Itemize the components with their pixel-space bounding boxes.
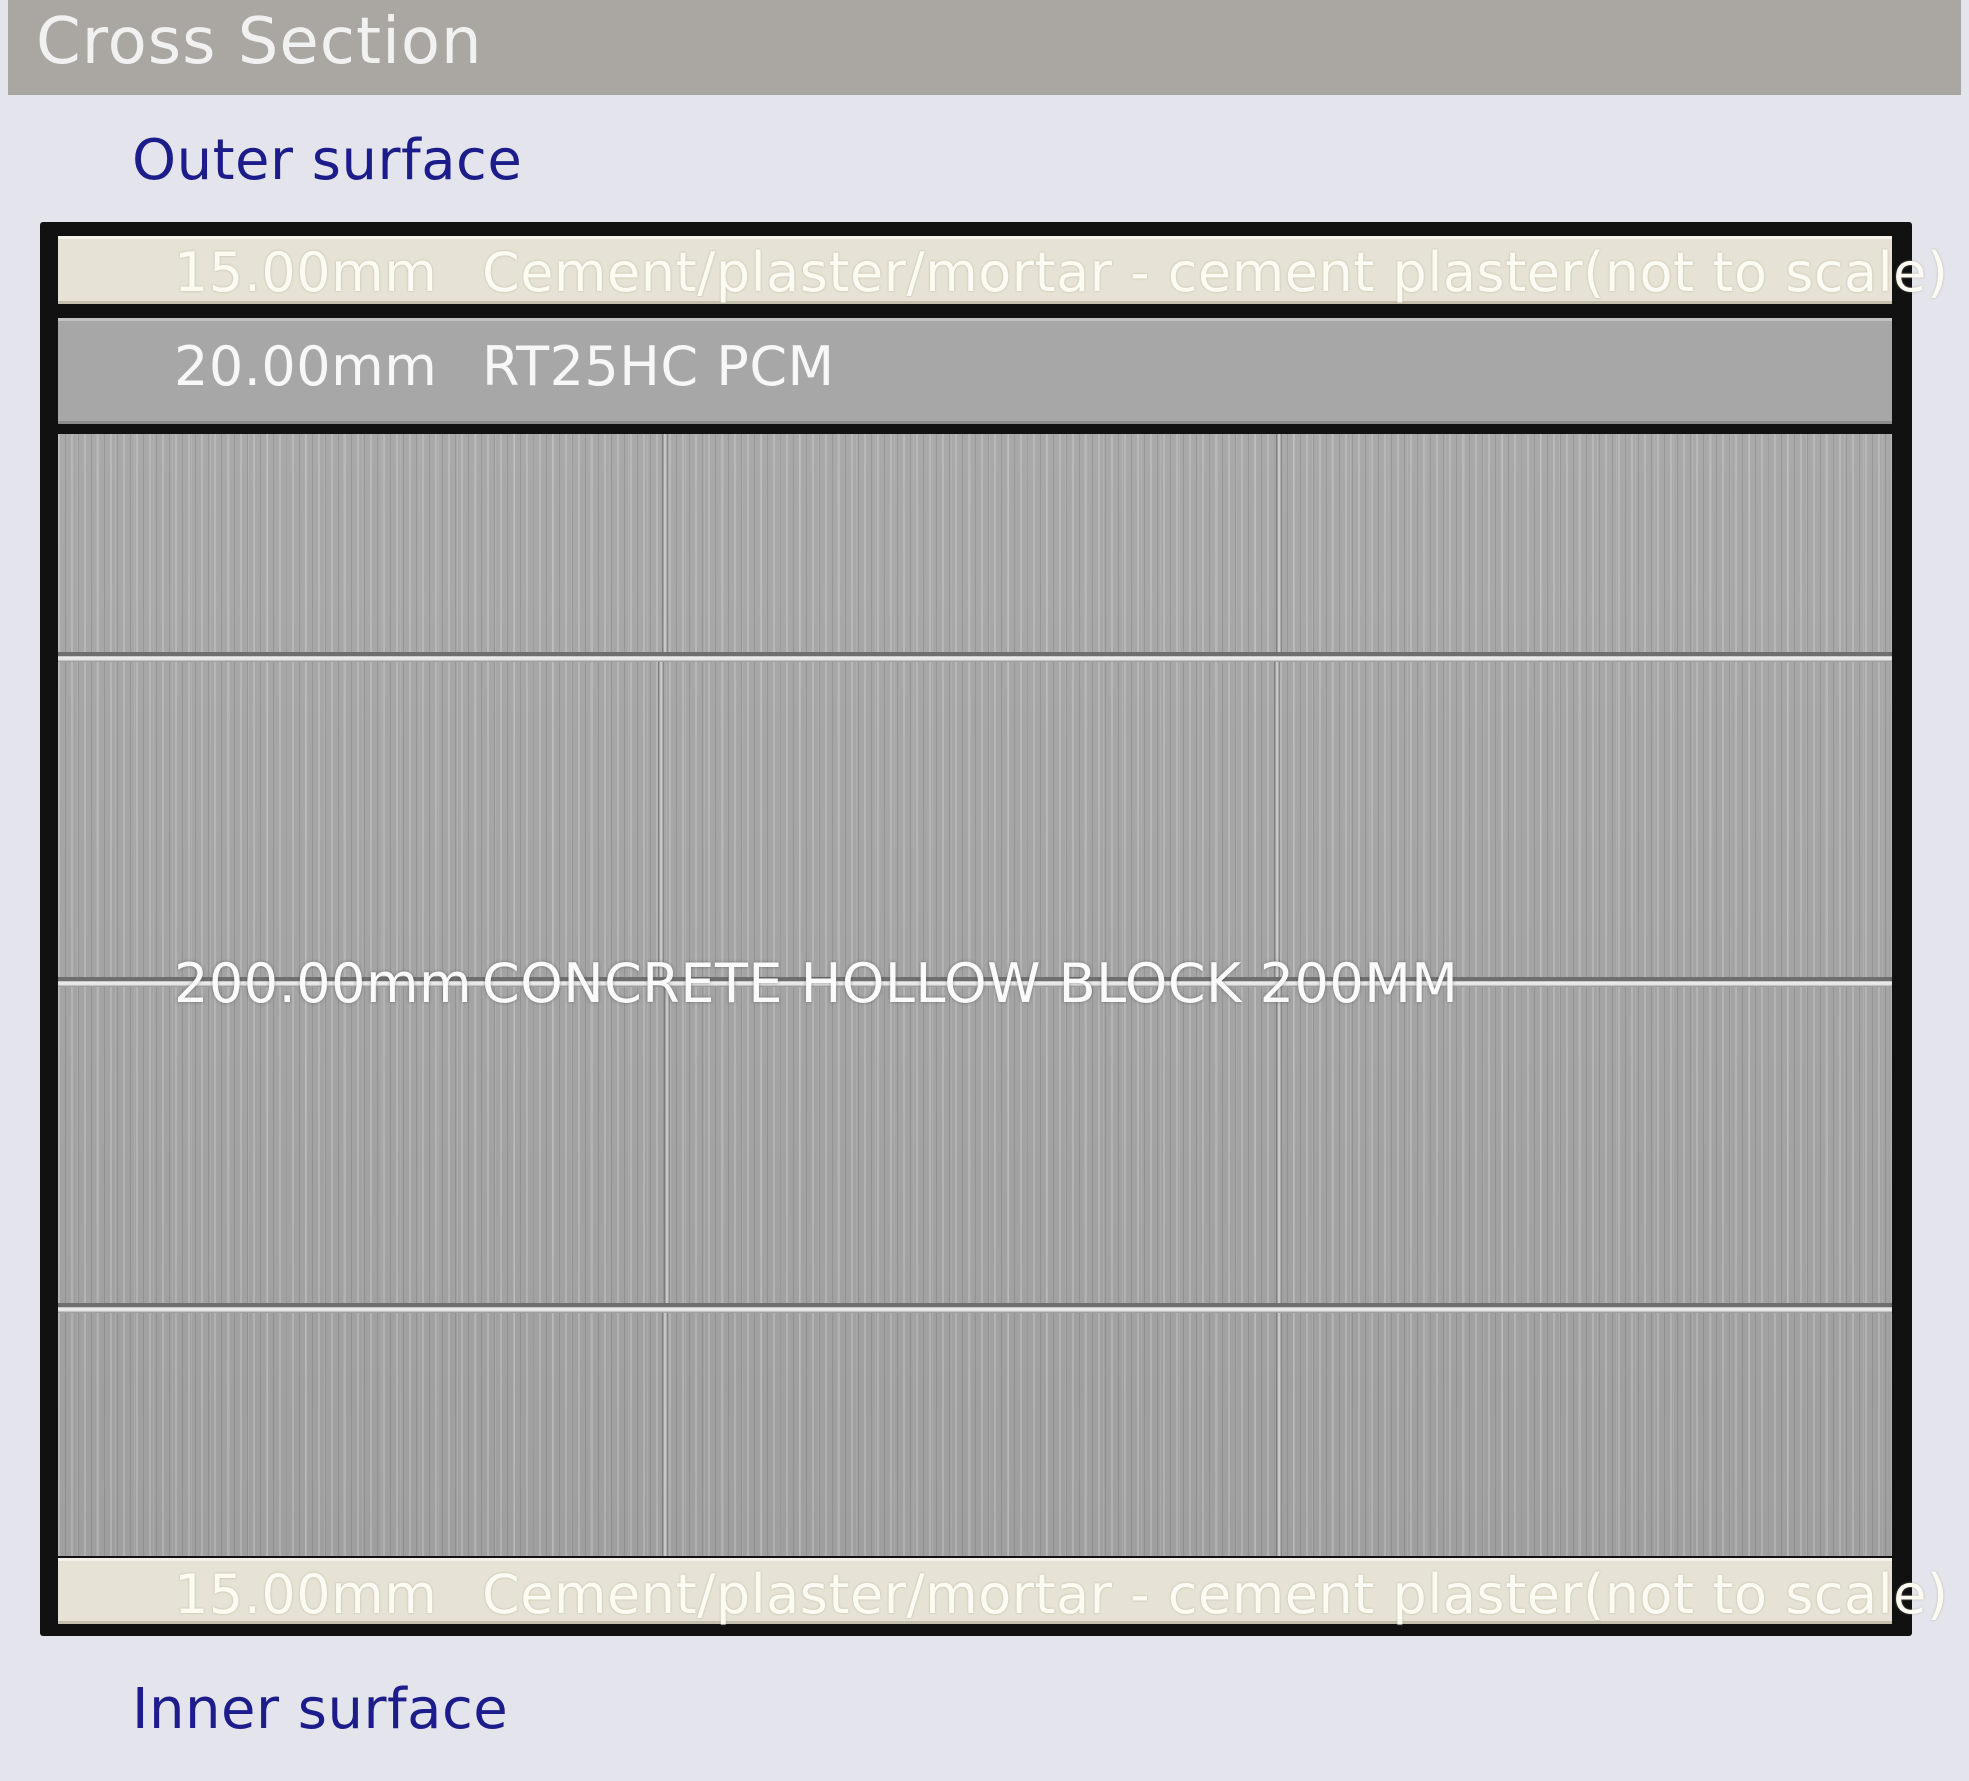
layer-pcm[interactable]: 20.00mm RT25HC PCM xyxy=(58,318,1892,424)
cross-section-frame: 15.00mm Cement/plaster/mortar - cement pl… xyxy=(40,222,1948,1636)
layer-material: RT25HC PCM xyxy=(482,335,835,398)
mortar-joint xyxy=(1274,662,1280,977)
mortar-joint xyxy=(662,1313,668,1556)
mortar-joint xyxy=(662,434,668,652)
layer-label: 15.00mm Cement/plaster/mortar - cement pl… xyxy=(174,241,1948,304)
mortar-joint xyxy=(664,987,670,1303)
layer-material: CONCRETE HOLLOW BLOCK 200MM xyxy=(482,952,1459,1015)
layer-outer-plaster[interactable]: 15.00mm Cement/plaster/mortar - cement pl… xyxy=(58,236,1948,304)
mortar-joint xyxy=(58,1303,1892,1313)
layer-concrete-block[interactable]: 200.00mm CONCRETE HOLLOW BLOCK 200MM xyxy=(58,434,1892,1556)
layer-label: 20.00mm RT25HC PCM xyxy=(174,335,835,398)
layer-thickness: 200.00mm xyxy=(174,952,473,1015)
mortar-joint xyxy=(58,652,1892,662)
layer-thickness: 15.00mm xyxy=(174,241,438,304)
window-title: Cross Section xyxy=(36,5,483,79)
mortar-joint xyxy=(1276,987,1282,1303)
layer-thickness: 20.00mm xyxy=(174,335,438,398)
mortar-joint xyxy=(1276,434,1282,652)
mortar-joint xyxy=(658,662,664,977)
layer-label: 15.00mm Cement/plaster/mortar - cement pl… xyxy=(174,1563,1948,1626)
layer-inner-plaster[interactable]: 15.00mm Cement/plaster/mortar - cement pl… xyxy=(58,1558,1948,1626)
title-bar: Cross Section xyxy=(8,0,1961,95)
layer-label: 200.00mm CONCRETE HOLLOW BLOCK 200MM xyxy=(174,952,1458,1015)
outer-surface-label: Outer surface xyxy=(132,128,523,193)
mortar-joint xyxy=(1276,1313,1282,1556)
layer-material: Cement/plaster/mortar - cement plaster(n… xyxy=(482,241,1949,304)
inner-surface-label: Inner surface xyxy=(132,1677,509,1742)
layer-material: Cement/plaster/mortar - cement plaster(n… xyxy=(482,1563,1949,1626)
layer-thickness: 15.00mm xyxy=(174,1563,438,1626)
